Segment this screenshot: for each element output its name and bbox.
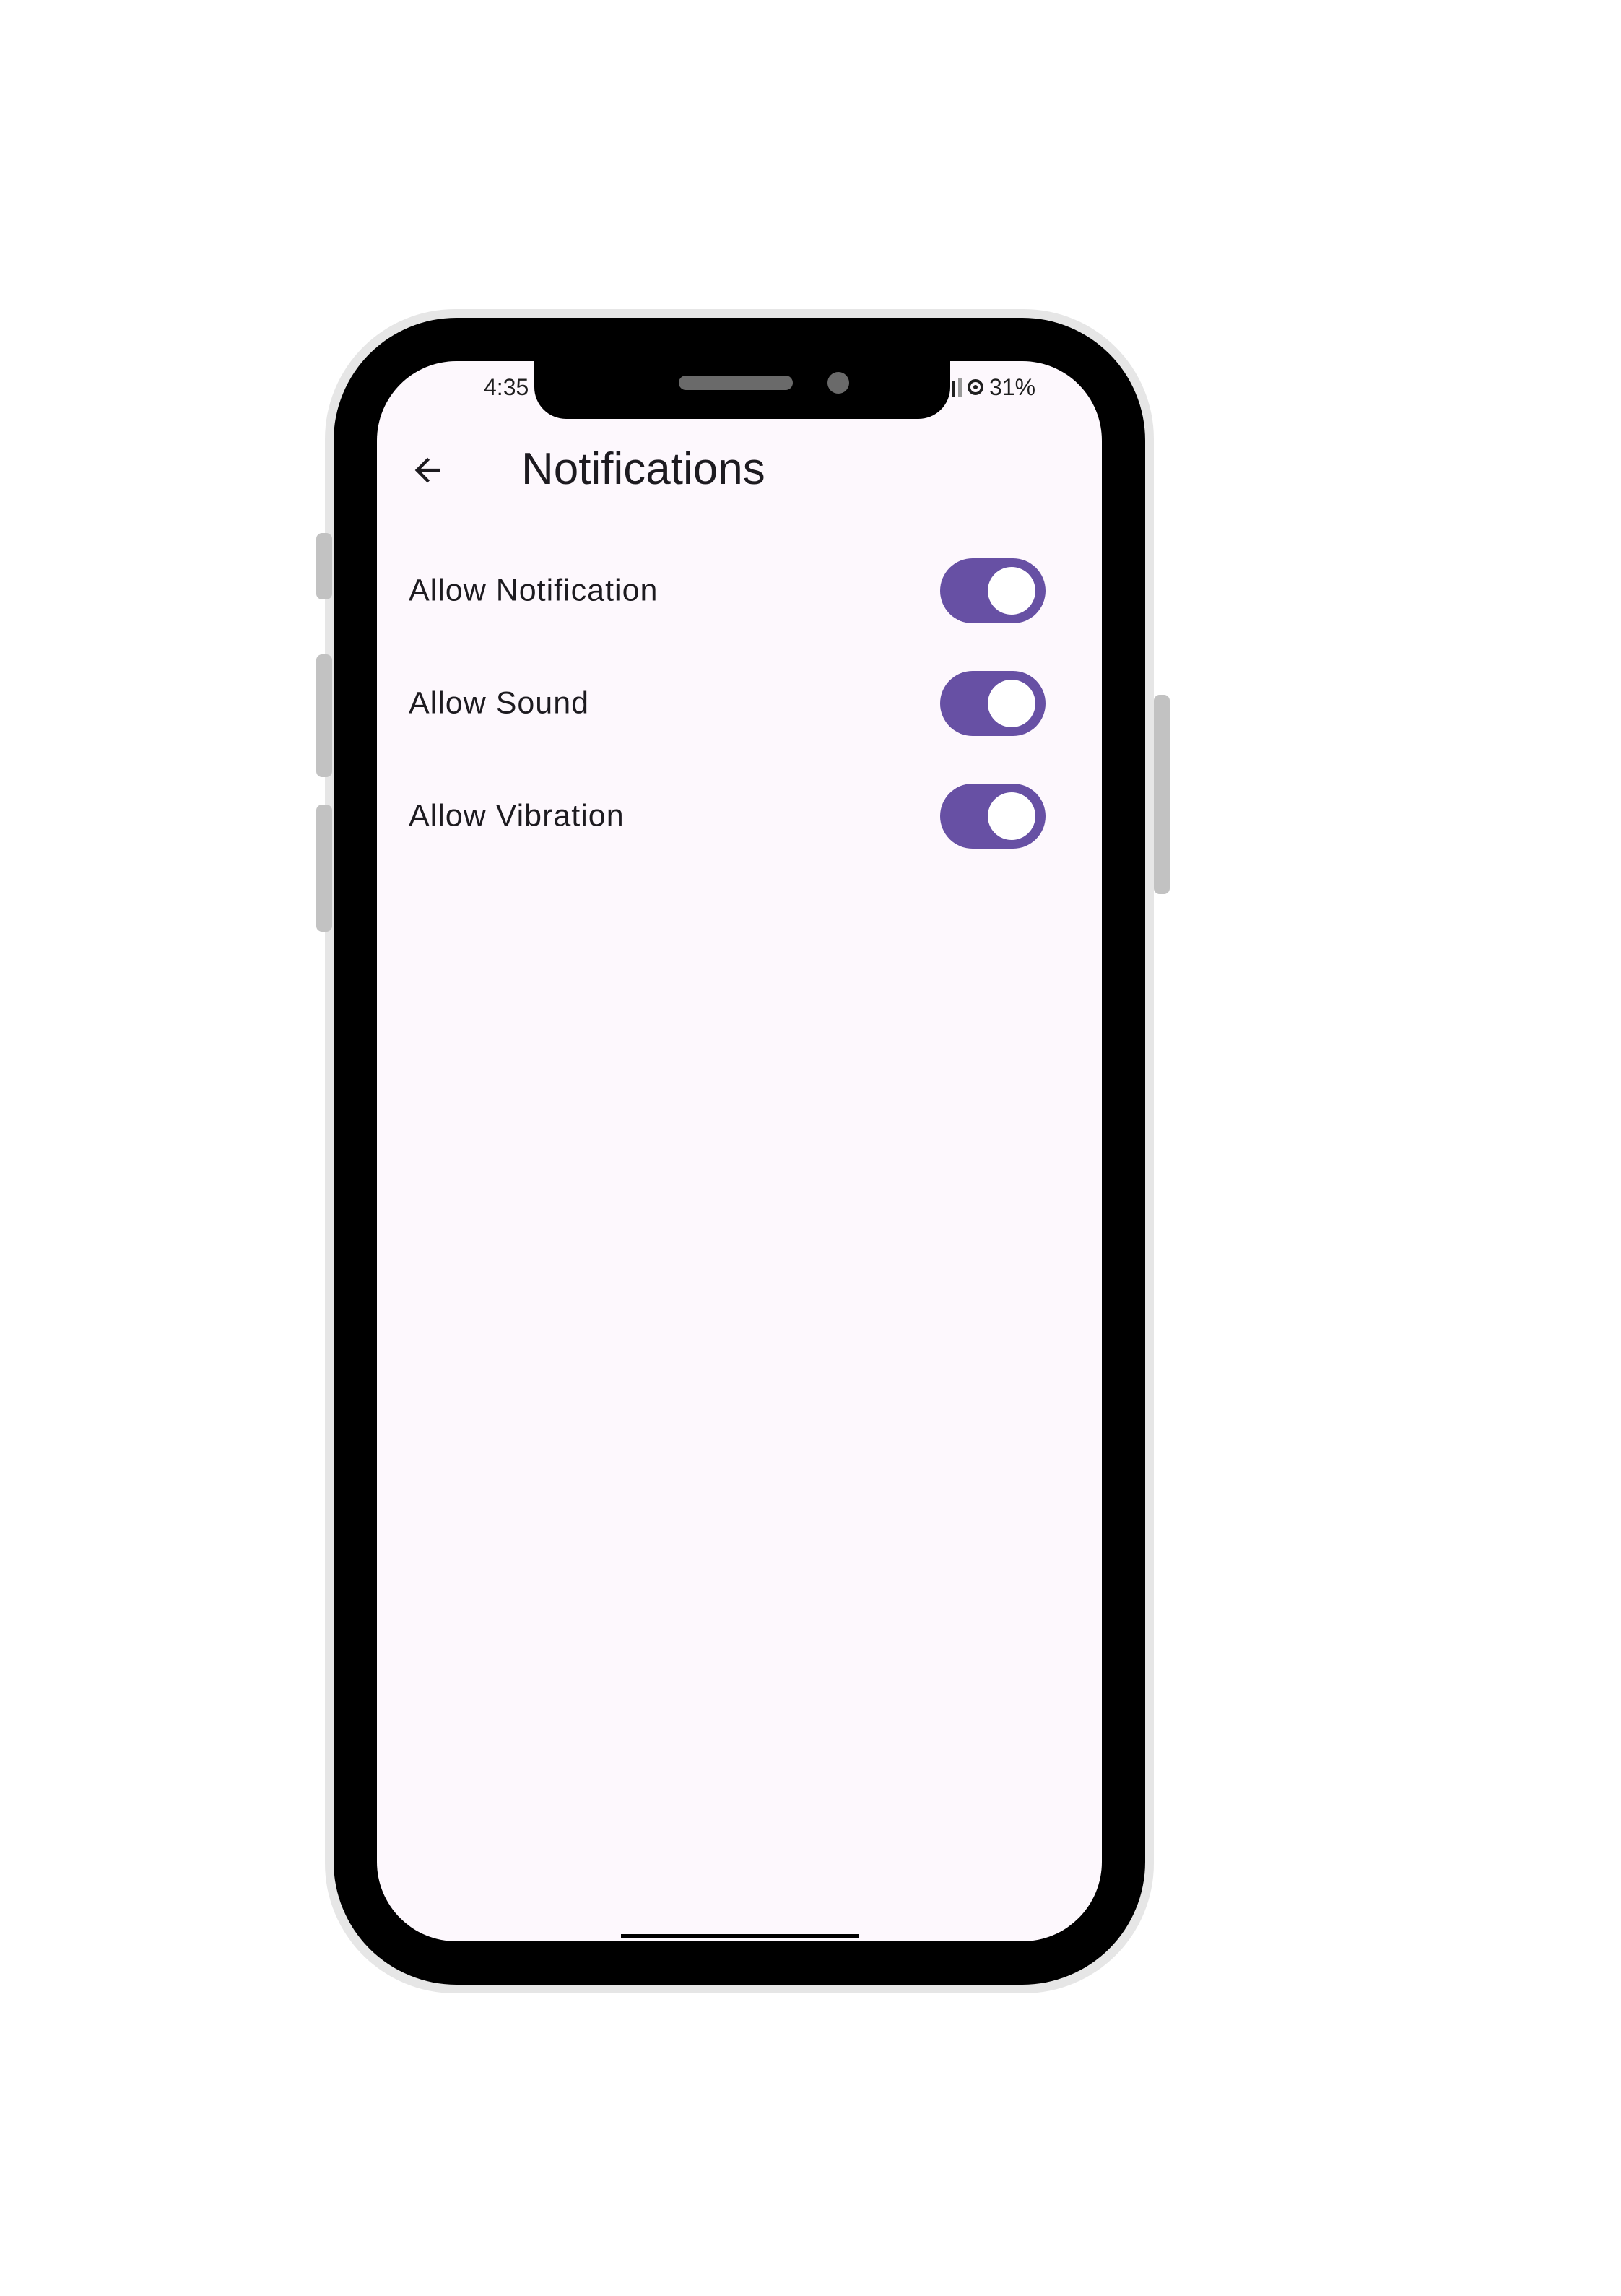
page-title: Notifications [521,444,765,494]
setting-label: Allow Sound [409,685,590,721]
notch [534,318,950,419]
app-bar: Notifications [377,430,1102,510]
allow-vibration-switch[interactable] [940,784,1046,849]
allow-notification-switch[interactable] [940,558,1046,623]
earpiece-speaker [679,376,793,390]
volume-down-button [316,805,332,932]
bottom-edge [621,1934,859,1938]
settings-list: Allow Notification Allow Sound Allow Vib… [377,534,1102,872]
allow-sound-switch[interactable] [940,671,1046,736]
status-time: 4:35 [484,374,529,400]
setting-row-vibration: Allow Vibration [377,760,1102,872]
power-button [1154,695,1170,894]
setting-label: Allow Vibration [409,798,625,833]
status-indicators: 31% [939,373,1035,402]
setting-row-sound: Allow Sound [377,647,1102,760]
arrow-back-icon [414,457,440,483]
volume-up-button [316,654,332,777]
switch-thumb [988,680,1035,727]
back-button[interactable] [406,449,449,492]
setting-label: Allow Notification [409,573,659,608]
battery-percent: 31% [989,373,1036,400]
front-camera [827,372,849,394]
setting-row-notification: Allow Notification [377,534,1102,647]
battery-ring-icon [968,379,983,395]
switch-thumb [988,567,1035,615]
switch-thumb [988,792,1035,840]
mute-switch [316,533,332,599]
